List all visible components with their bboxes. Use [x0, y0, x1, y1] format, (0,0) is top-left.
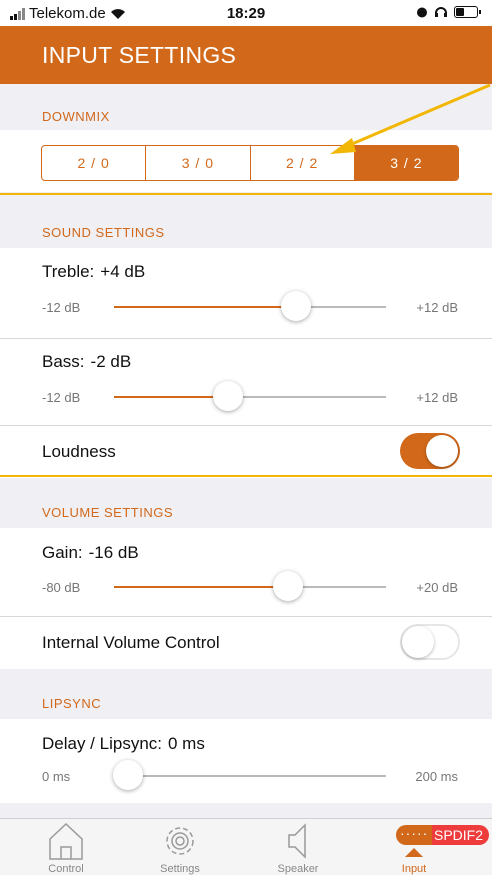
gain-slider-thumb[interactable] — [273, 571, 304, 601]
downmix-option-3-2[interactable]: 3 / 2 — [354, 146, 458, 180]
alarm-icon — [417, 7, 427, 18]
tab-control-label: Control — [48, 863, 84, 875]
downmix-segmented-control[interactable]: 2 / 0 3 / 0 2 / 2 3 / 2 — [41, 145, 459, 181]
volume-section-label: VOLUME SETTINGS — [42, 505, 174, 520]
tab-speaker-label: Speaker — [277, 863, 319, 875]
gain-min-label: -80 dB — [42, 580, 81, 595]
downmix-option-3-0[interactable]: 3 / 0 — [146, 146, 251, 180]
gain-cell — [0, 528, 492, 616]
gain-slider-track[interactable] — [114, 571, 386, 601]
tab-speaker[interactable]: Speaker — [248, 819, 348, 875]
internal-volume-toggle[interactable] — [400, 624, 460, 660]
delay-slider-thumb[interactable] — [113, 760, 143, 790]
gain-max-label: +20 dB — [416, 580, 458, 595]
tab-control[interactable]: Control — [16, 819, 116, 875]
status-bar: Telekom.de 18:29 — [0, 0, 492, 26]
downmix-option-2-2[interactable]: 2 / 2 — [251, 146, 355, 180]
gear-icon — [166, 827, 194, 855]
gain-label: Gain: — [42, 543, 83, 562]
delay-max-label: 200 ms — [415, 769, 458, 784]
tab-input-label: Input — [401, 863, 427, 875]
gain-value: -16 dB — [88, 543, 139, 562]
tab-settings-label: Settings — [160, 863, 200, 875]
downmix-section-label: DOWNMIX — [42, 109, 110, 124]
tab-settings[interactable]: Settings — [130, 819, 230, 875]
status-right — [416, 6, 481, 18]
home-icon — [49, 822, 83, 860]
speaker-icon — [288, 823, 306, 859]
downmix-option-2-0[interactable]: 2 / 0 — [42, 146, 147, 180]
internal-volume-toggle-knob — [402, 626, 434, 658]
input-source-badge: ····· SPDIF2 — [396, 825, 490, 845]
delay-slider-track[interactable] — [113, 760, 386, 790]
battery-icon — [454, 6, 481, 18]
dots-icon: ····· — [400, 825, 429, 841]
delay-min-label: 0 ms — [42, 769, 71, 784]
delay-label: Delay / Lipsync: — [42, 734, 162, 753]
internal-volume-label: Internal Volume Control — [42, 633, 220, 652]
delay-value: 0 ms — [168, 734, 205, 753]
nav-header: INPUT SETTINGS — [0, 26, 492, 84]
headphones-icon — [435, 7, 447, 17]
gain-title: Gain: -16 dB — [42, 543, 139, 563]
delay-title: Delay / Lipsync: 0 ms — [42, 734, 205, 754]
input-source-label: SPDIF2 — [434, 827, 484, 843]
page-title: INPUT SETTINGS — [42, 42, 237, 68]
delay-cell — [0, 719, 492, 803]
highlight-box — [0, 193, 492, 477]
gain-slider-fill — [114, 586, 289, 588]
lipsync-section-label: LIPSYNC — [42, 696, 102, 711]
